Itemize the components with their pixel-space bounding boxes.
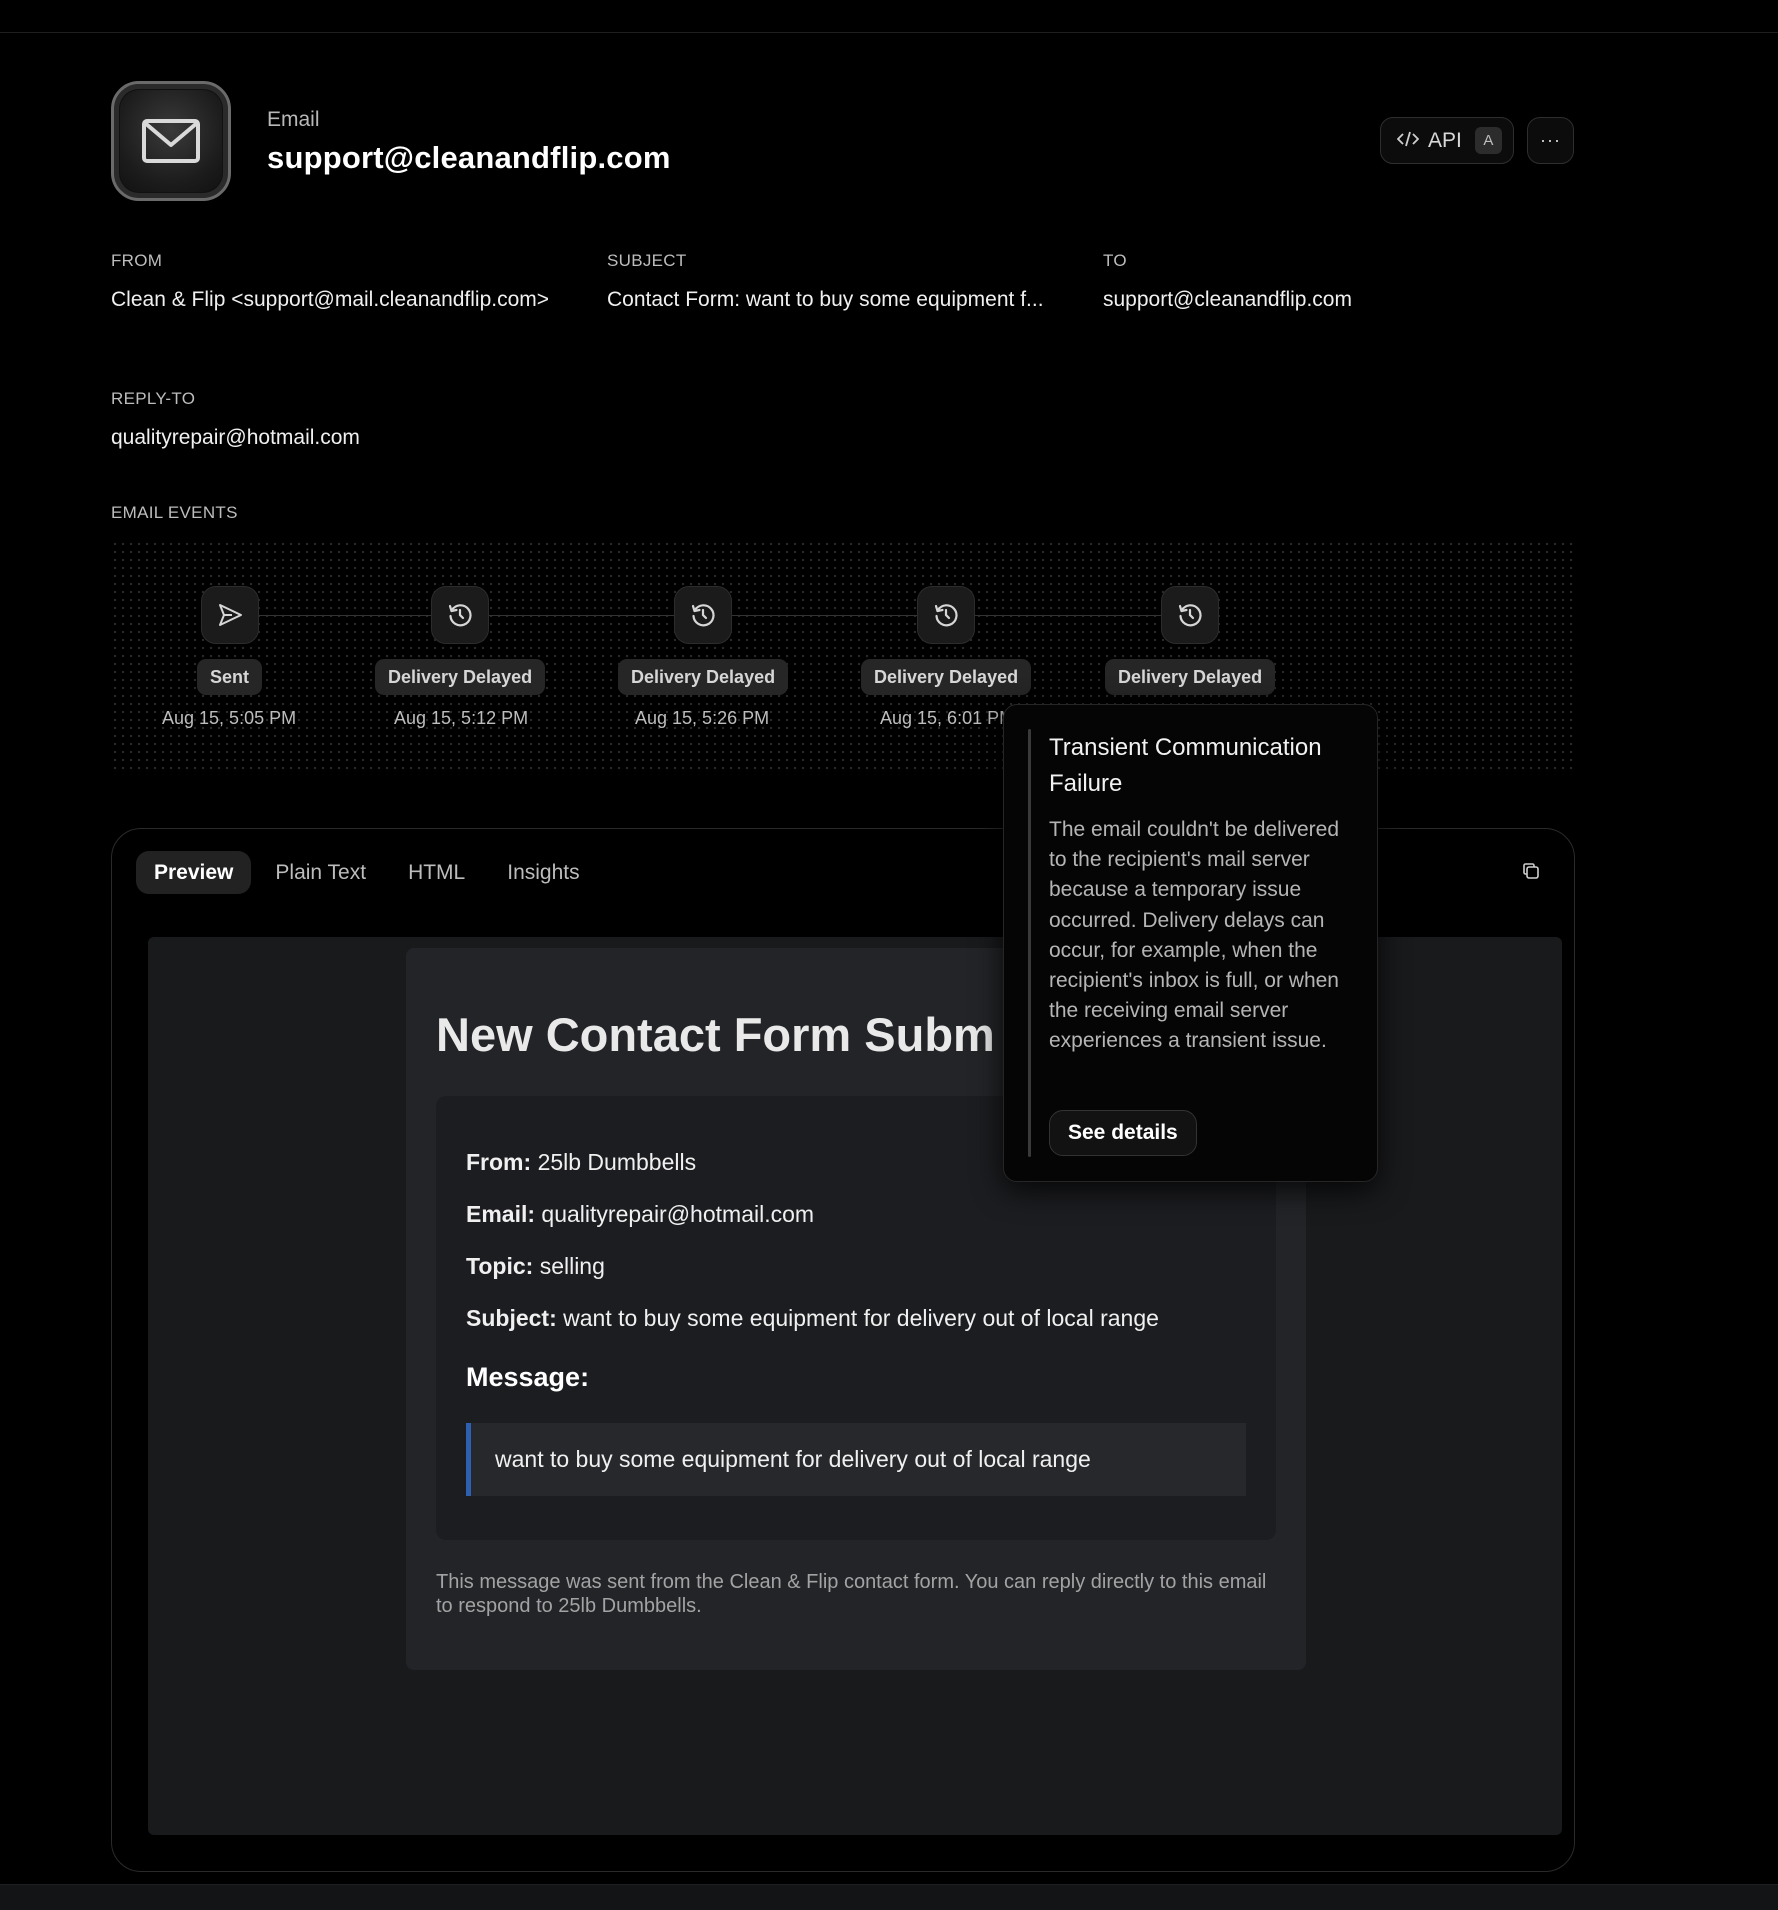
reply-to-label: REPLY-TO [111,389,196,408]
event-badge[interactable]: Sent [197,659,263,695]
tooltip-accent-bar [1028,729,1031,1157]
subject-val: want to buy some equipment for delivery … [563,1305,1159,1331]
subject-key: Subject: [466,1305,557,1331]
event-time: Aug 15, 6:01 PM [880,708,1015,728]
history-icon[interactable] [917,586,975,644]
see-details-button[interactable]: See details [1049,1110,1197,1156]
message-label: Message: [466,1362,590,1392]
top-divider [0,32,1778,33]
email-from-line: From: 25lb Dumbbells [466,1149,696,1176]
from-key: From: [466,1149,532,1175]
from-label: FROM [111,251,163,270]
to-label: TO [1103,251,1127,270]
email-topic-line: Topic: selling [466,1253,605,1280]
email-key: Email: [466,1201,536,1227]
more-options-button[interactable]: ··· [1527,117,1574,164]
tooltip-text: The email couldn't be delivered to the r… [1049,818,1340,1053]
event-badge[interactable]: Delivery Delayed [375,659,546,695]
to-value: support@cleanandflip.com [1103,288,1352,311]
code-icon [1396,129,1420,153]
event-badge[interactable]: Delivery Delayed [618,659,789,695]
page-kicker: Email [267,108,320,131]
email-subject-line: Subject: want to buy some equipment for … [466,1305,1159,1332]
tab-insights[interactable]: Insights [489,851,597,894]
event-time: Aug 15, 5:12 PM [394,708,529,728]
tab-html[interactable]: HTML [390,851,483,894]
event-badge[interactable]: Delivery Delayed [861,659,1032,695]
page-title: support@cleanandflip.com [267,140,671,175]
email-val[interactable]: qualityrepair@hotmail.com [541,1201,814,1227]
email-footer: This message was sent from the Clean & F… [436,1571,1267,1617]
event-time: Aug 15, 5:26 PM [635,708,770,728]
event-badge[interactable]: Delivery Delayed [1105,659,1276,695]
send-icon[interactable] [201,586,259,644]
event-time: Aug 15, 5:05 PM [162,708,297,728]
email-events-label: EMAIL EVENTS [111,503,238,522]
bottom-bar [0,1884,1778,1910]
message-quote: want to buy some equipment for delivery … [466,1423,1246,1496]
tooltip-title: Transient Communication Failure [1049,734,1322,797]
reply-to-value: qualityrepair@hotmail.com [111,426,360,449]
tab-plain-text[interactable]: Plain Text [257,851,384,894]
tab-preview[interactable]: Preview [136,851,252,894]
topic-val: selling [539,1253,605,1279]
from-val: 25lb Dumbbells [537,1149,697,1175]
email-heading: New Contact Form Subm [436,1008,995,1061]
api-button[interactable]: API A [1380,117,1514,164]
api-shortcut: A [1474,127,1502,154]
email-email-line: Email: qualityrepair@hotmail.com [466,1201,814,1228]
mail-icon [111,81,231,201]
history-icon[interactable] [674,586,732,644]
subject-label: SUBJECT [607,251,687,270]
copy-icon[interactable] [1522,862,1540,885]
topic-key: Topic: [466,1253,534,1279]
history-icon[interactable] [431,586,489,644]
history-icon[interactable] [1161,586,1219,644]
tab-bar: Preview Plain Text HTML Insights [136,851,598,894]
subject-value: Contact Form: want to buy some equipment… [607,288,1044,311]
api-label: API [1428,128,1462,152]
from-value: Clean & Flip <support@mail.cleanandflip.… [111,288,550,311]
